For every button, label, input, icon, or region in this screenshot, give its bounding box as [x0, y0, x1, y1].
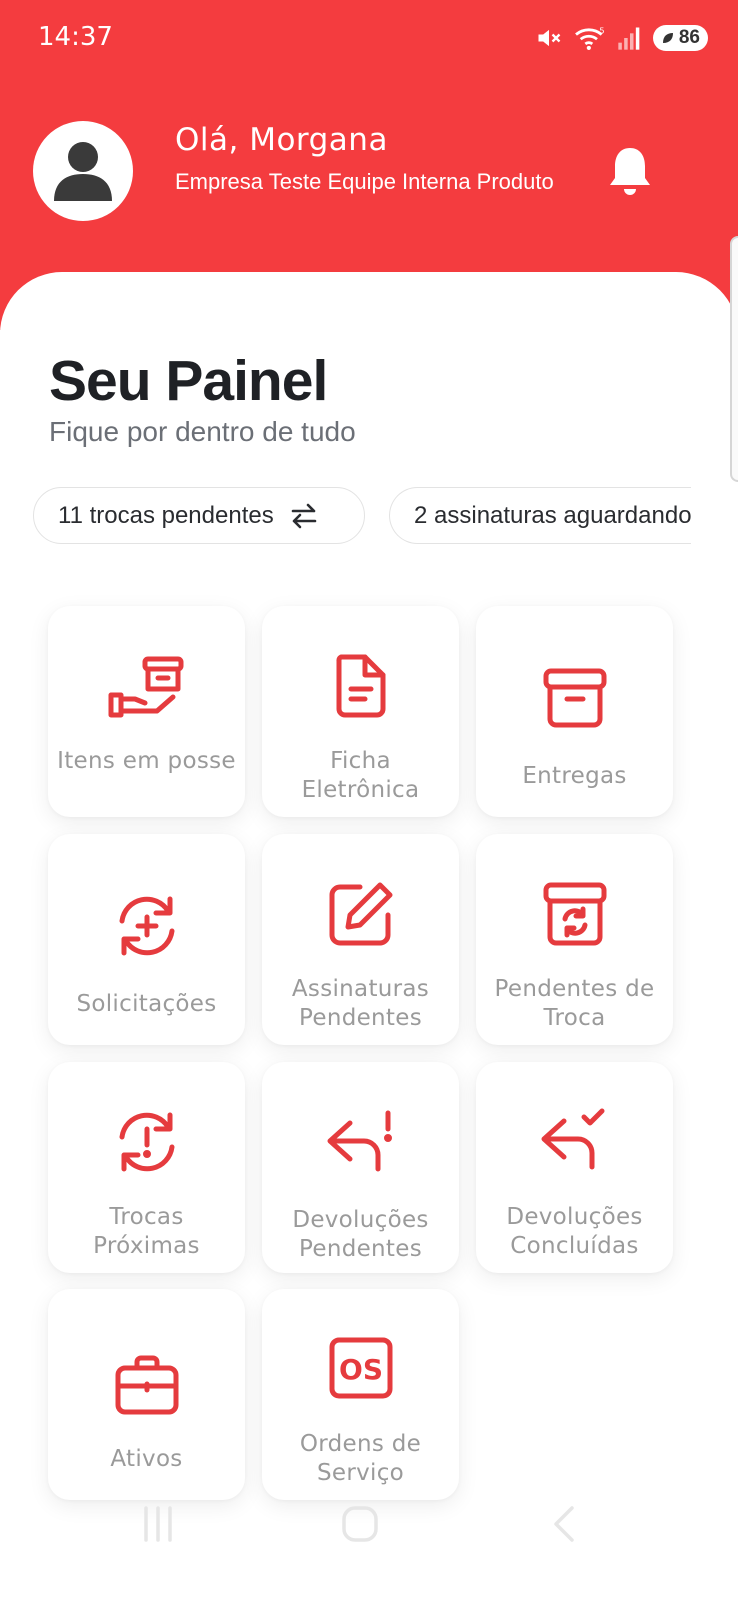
- user-icon: [54, 142, 112, 201]
- tile-label: Ativos: [110, 1446, 183, 1472]
- chip-label: 2 assinaturas aguardando: [414, 501, 691, 529]
- tile-devolucoes-pendentes[interactable]: Devoluções Pendentes: [262, 1062, 459, 1273]
- pending-exchanges-chip[interactable]: 11 trocas pendentes: [33, 487, 365, 544]
- back-icon[interactable]: [548, 1504, 578, 1544]
- tile-itens-em-posse[interactable]: Itens em posse: [48, 606, 245, 817]
- edit-pen-icon: [321, 874, 401, 954]
- refresh-alert-icon: [107, 1102, 187, 1182]
- avatar[interactable]: [33, 121, 133, 221]
- page-title: Seu Painel: [49, 349, 328, 413]
- tile-ficha-eletronica[interactable]: Ficha Eletrônica: [262, 606, 459, 817]
- hand-box-icon: [107, 646, 187, 726]
- svg-text:OS: OS: [339, 1353, 383, 1386]
- mute-icon: [538, 29, 561, 47]
- home-icon[interactable]: [340, 1504, 380, 1544]
- tile-label: Entregas: [522, 763, 627, 789]
- os-icon: OS: [321, 1327, 401, 1407]
- tile-entregas[interactable]: Entregas: [476, 606, 673, 817]
- tile-label: Trocas Próximas: [93, 1204, 200, 1259]
- tile-ordens-de-servico[interactable]: OS Ordens de Serviço: [262, 1289, 459, 1500]
- tile-label: Devoluções Concluídas: [506, 1204, 643, 1259]
- tile-solicitacoes[interactable]: Solicitações: [48, 834, 245, 1045]
- archive-box-icon: [535, 658, 615, 738]
- tile-devolucoes-concluidas[interactable]: Devoluções Concluídas: [476, 1062, 673, 1273]
- status-bar: 14:37 5 86: [0, 0, 738, 72]
- tile-trocas-proximas[interactable]: Trocas Próximas: [48, 1062, 245, 1273]
- tile-pendentes-de-troca[interactable]: Pendentes de Troca: [476, 834, 673, 1045]
- notifications-button[interactable]: [606, 144, 654, 198]
- tile-label: Ordens de Serviço: [299, 1431, 422, 1486]
- archive-refresh-icon: [535, 874, 615, 954]
- tile-label: Pendentes de Troca: [494, 976, 655, 1031]
- document-icon: [321, 646, 401, 726]
- page-subtitle: Fique por dentro de tudo: [49, 416, 356, 447]
- briefcase-icon: [107, 1345, 187, 1425]
- scrollbar[interactable]: [730, 236, 738, 482]
- pending-signatures-chip[interactable]: 2 assinaturas aguardando: [389, 487, 691, 544]
- bell-icon: [610, 148, 650, 195]
- signal-icon: [618, 27, 640, 50]
- tile-label: Itens em posse: [57, 748, 236, 774]
- tile-label: Ficha Eletrônica: [301, 748, 420, 803]
- company-name: Empresa Teste Equipe Interna Produto: [175, 169, 554, 194]
- system-navigation-bar: [0, 1490, 738, 1560]
- battery-leaf-icon: [662, 33, 673, 43]
- wifi-icon: 5: [574, 25, 604, 51]
- return-check-icon: [535, 1100, 615, 1180]
- status-icons: 5 86: [535, 20, 708, 56]
- refresh-plus-icon: [107, 886, 187, 966]
- status-time: 14:37: [38, 22, 113, 52]
- svg-text:5: 5: [599, 25, 604, 35]
- tile-label: Assinaturas Pendentes: [291, 976, 430, 1031]
- return-alert-icon: [321, 1102, 401, 1182]
- chip-label: 11 trocas pendentes: [58, 501, 274, 529]
- recent-apps-icon[interactable]: [140, 1504, 176, 1544]
- tile-label: Solicitações: [76, 991, 217, 1017]
- tile-assinaturas-pendentes[interactable]: Assinaturas Pendentes: [262, 834, 459, 1045]
- battery-level: 86: [678, 27, 700, 48]
- battery-indicator: 86: [652, 25, 708, 51]
- greeting: Olá, Morgana: [175, 122, 388, 158]
- tile-ativos[interactable]: Ativos: [48, 1289, 245, 1500]
- tile-label: Devoluções Pendentes: [292, 1207, 429, 1262]
- swap-arrows-icon: [291, 503, 317, 528]
